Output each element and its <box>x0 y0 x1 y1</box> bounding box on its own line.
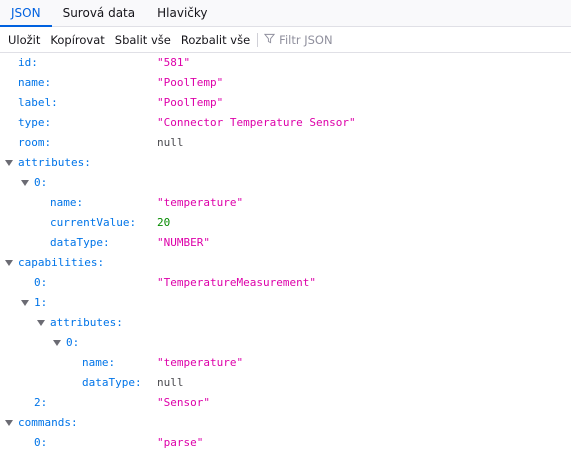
json-value: 20 <box>157 216 171 229</box>
copy-button[interactable]: Kopírovat <box>45 30 109 50</box>
json-key: dataType: <box>50 236 110 249</box>
expand-all-button[interactable]: Rozbalit vše <box>176 30 255 50</box>
json-value: null <box>157 136 184 149</box>
json-row: name: "temperature" <box>0 353 571 373</box>
json-row: name: "PoolTemp" <box>0 73 571 93</box>
save-button[interactable]: Uložit <box>3 30 45 50</box>
json-key: dataType: <box>82 376 142 389</box>
json-value: "581" <box>157 56 191 69</box>
json-value: "temperature" <box>157 356 244 369</box>
json-row[interactable]: 1: <box>0 293 571 313</box>
json-key: 0: <box>34 276 48 289</box>
json-key: attributes: <box>50 316 123 329</box>
filter-placeholder: Filtr JSON <box>279 32 333 47</box>
json-key: 0: <box>66 336 80 349</box>
json-row: dataType: "NUMBER" <box>0 233 571 253</box>
json-value: "PoolTemp" <box>157 96 224 109</box>
tab-raw-data[interactable]: Surová data <box>52 0 147 26</box>
json-row: 0: "parse" <box>0 433 571 453</box>
json-key: name: <box>82 356 116 369</box>
json-row: 0: "TemperatureMeasurement" <box>0 273 571 293</box>
json-row[interactable]: 0: <box>0 173 571 193</box>
json-key: currentValue: <box>50 216 137 229</box>
json-key: 1: <box>34 296 48 309</box>
tab-json[interactable]: JSON <box>0 0 52 27</box>
twisty-expanded-icon[interactable] <box>5 260 13 266</box>
json-row[interactable]: capabilities: <box>0 253 571 273</box>
toolbar-divider <box>257 32 259 47</box>
filter-icon <box>264 33 276 47</box>
json-key: id: <box>18 56 38 69</box>
json-key: 2: <box>34 396 48 409</box>
json-value: "PoolTemp" <box>157 76 224 89</box>
json-tree: id: "581" name: "PoolTemp" label: "PoolTemp" t… <box>0 53 571 453</box>
json-value: null <box>157 376 184 389</box>
json-row: room: null <box>0 133 571 153</box>
json-row[interactable]: commands: <box>0 413 571 433</box>
filter-json-input[interactable]: Filtr JSON <box>262 32 333 47</box>
json-key: label: <box>18 96 58 109</box>
json-key: attributes: <box>18 156 91 169</box>
json-toolbar: Uložit Kopírovat Sbalit vše Rozbalit vše… <box>0 27 571 53</box>
json-value: "Sensor" <box>157 396 210 409</box>
json-value: "TemperatureMeasurement" <box>157 276 316 289</box>
tab-headers[interactable]: Hlavičky <box>146 0 218 26</box>
viewer-tabs: JSON Surová data Hlavičky <box>0 0 571 27</box>
json-row: id: "581" <box>0 53 571 73</box>
json-key: name: <box>50 196 84 209</box>
json-row[interactable]: 0: <box>0 333 571 353</box>
json-key: commands: <box>18 416 78 429</box>
json-row: 2: "Sensor" <box>0 393 571 413</box>
collapse-all-button[interactable]: Sbalit vše <box>110 30 176 50</box>
json-value: "temperature" <box>157 196 244 209</box>
twisty-expanded-icon[interactable] <box>37 320 45 326</box>
json-key: name: <box>18 76 52 89</box>
json-key: capabilities: <box>18 256 105 269</box>
json-key: room: <box>18 136 52 149</box>
json-row[interactable]: attributes: <box>0 153 571 173</box>
json-row: label: "PoolTemp" <box>0 93 571 113</box>
json-value: "Connector Temperature Sensor" <box>157 116 356 129</box>
json-key: 0: <box>34 436 48 449</box>
json-key: type: <box>18 116 52 129</box>
twisty-expanded-icon[interactable] <box>21 180 29 186</box>
json-row[interactable]: attributes: <box>0 313 571 333</box>
json-row: currentValue: 20 <box>0 213 571 233</box>
json-value: "NUMBER" <box>157 236 210 249</box>
twisty-expanded-icon[interactable] <box>5 160 13 166</box>
json-row: name: "temperature" <box>0 193 571 213</box>
twisty-expanded-icon[interactable] <box>53 340 61 346</box>
twisty-expanded-icon[interactable] <box>5 420 13 426</box>
json-row: dataType: null <box>0 373 571 393</box>
twisty-expanded-icon[interactable] <box>21 300 29 306</box>
json-key: 0: <box>34 176 48 189</box>
json-row: type: "Connector Temperature Sensor" <box>0 113 571 133</box>
json-value: "parse" <box>157 436 204 449</box>
